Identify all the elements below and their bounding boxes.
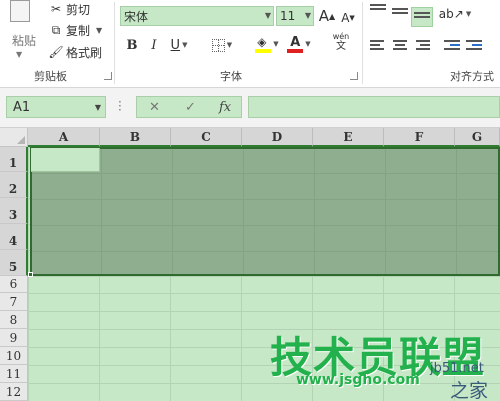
format-painter-button[interactable]: 🖌 格式刷 [48, 43, 102, 61]
watermark-url: www.jsgho.com [296, 372, 420, 388]
font-group-label: 字体 [220, 70, 242, 83]
row-header-8[interactable]: 8 [0, 311, 28, 329]
column-header-d[interactable]: D [242, 128, 313, 147]
fill-color-swatch [255, 49, 272, 53]
group-divider [114, 2, 115, 84]
row-header-9[interactable]: 9 [0, 329, 28, 347]
active-cell-a1[interactable] [31, 148, 100, 172]
name-box[interactable]: A1 ▼ [6, 96, 106, 118]
formula-input[interactable] [248, 96, 500, 118]
clipboard-launcher-icon[interactable] [104, 72, 112, 80]
watermark-corner-top: jb51.net [430, 361, 484, 376]
row-header-1[interactable]: 1 [0, 147, 28, 172]
row-header-11[interactable]: 11 [0, 365, 28, 383]
row-header-7[interactable]: 7 [0, 293, 28, 311]
clipboard-group-label: 剪贴板 [34, 70, 67, 83]
decrease-indent-icon[interactable] [444, 40, 460, 54]
paste-label: 粘贴 [12, 34, 37, 48]
insert-function-icon[interactable]: fx [219, 100, 231, 115]
column-header-c[interactable]: C [171, 128, 242, 147]
watermark-corner-bottom: 之家 [450, 380, 489, 401]
align-middle-icon[interactable] [392, 8, 408, 22]
phonetic-bottom: 文 [336, 41, 346, 52]
row-header-6[interactable]: 6 [0, 276, 28, 293]
shrink-font-button[interactable]: A ▼ [340, 8, 356, 28]
chevron-down-icon[interactable]: ▼ [273, 40, 278, 48]
chevron-down-icon[interactable]: ▼ [96, 26, 102, 35]
copy-icon: ⧉ [51, 22, 61, 37]
phonetic-guide-button[interactable]: wén 文 [326, 32, 356, 52]
bold-label: B [126, 37, 138, 53]
paint-bucket-icon: ◈ [255, 35, 272, 53]
name-box-value: A1 [13, 99, 31, 115]
shrink-font-icon: A [341, 11, 350, 25]
font-name-select[interactable]: 宋体 ▼ [120, 6, 274, 26]
column-header-g[interactable]: G [455, 128, 500, 147]
paintbrush-icon: 🖌 [48, 45, 64, 59]
font-size-value: 11 [280, 9, 296, 23]
cut-label: 剪切 [66, 2, 91, 17]
border-grid-icon [211, 38, 225, 52]
select-all-corner[interactable] [0, 128, 28, 147]
font-color-swatch [287, 49, 304, 53]
column-header-a[interactable]: A [28, 128, 100, 147]
row-header-12[interactable]: 12 [0, 383, 28, 401]
row-header-2[interactable]: 2 [0, 172, 28, 198]
bold-button[interactable]: B [124, 35, 140, 55]
underline-label: U [170, 37, 181, 53]
font-color-icon: A [287, 35, 304, 53]
formula-bar: A1 ▼ · · · ✕ ✓ fx [0, 88, 500, 128]
chevron-down-icon[interactable]: ▼ [16, 50, 22, 59]
increase-indent-icon[interactable] [466, 40, 482, 54]
ribbon: 粘贴 ▼ ✂ 剪切 ⧉ 复制 ▼ 🖌 格式刷 剪贴板 宋体 ▼ 11 ▼ A ▲ … [0, 0, 500, 88]
clipboard-icon [10, 0, 30, 22]
fill-color-button[interactable]: ◈ ▼ [250, 34, 284, 54]
italic-label: I [151, 37, 157, 53]
enter-icon[interactable]: ✓ [185, 100, 196, 115]
copy-button[interactable]: ⧉ 复制 ▼ [48, 21, 102, 39]
column-header-b[interactable]: B [100, 128, 171, 147]
paste-button[interactable]: 粘贴 ▼ [2, 0, 40, 60]
underline-button[interactable]: U ▼ [168, 35, 190, 55]
formula-buttons: ✕ ✓ fx [136, 96, 242, 118]
copy-label: 复制 [66, 23, 91, 38]
font-launcher-icon[interactable] [350, 72, 358, 80]
selected-range[interactable] [30, 147, 500, 276]
font-name-value: 宋体 [124, 9, 149, 24]
grow-font-icon: A [318, 7, 330, 25]
fill-handle[interactable] [28, 272, 33, 277]
font-size-select[interactable]: 11 ▼ [276, 6, 314, 26]
grow-font-button[interactable]: A ▲ [318, 6, 336, 26]
orientation-button[interactable]: ab↗ ▼ [438, 4, 471, 24]
chevron-down-icon: ▼ [304, 11, 311, 20]
align-bottom-icon[interactable] [411, 7, 433, 27]
scissors-icon: ✂ [50, 2, 62, 16]
chevron-down-icon[interactable]: ▼ [305, 40, 310, 48]
chevron-down-icon: ▼ [264, 11, 271, 20]
row-header-4[interactable]: 4 [0, 224, 28, 250]
chevron-down-icon[interactable]: ▼ [182, 41, 187, 49]
font-color-button[interactable]: A ▼ [284, 34, 314, 54]
cancel-icon[interactable]: ✕ [149, 100, 160, 115]
italic-button[interactable]: I [146, 35, 162, 55]
row-header-3[interactable]: 3 [0, 198, 28, 224]
row-header-10[interactable]: 10 [0, 347, 28, 365]
column-header-f[interactable]: F [384, 128, 455, 147]
more-options-icon[interactable]: · · · [118, 96, 122, 116]
align-center-icon[interactable] [392, 40, 408, 54]
chevron-down-icon[interactable]: ▼ [466, 10, 471, 18]
borders-button[interactable]: ▼ [206, 35, 238, 55]
row-header-5[interactable]: 5 [0, 250, 28, 276]
align-left-icon[interactable] [370, 40, 386, 54]
cut-button[interactable]: ✂ 剪切 [48, 0, 90, 18]
format-painter-label: 格式刷 [66, 45, 103, 60]
alignment-group-label: 对齐方式 [450, 70, 494, 83]
chevron-down-icon[interactable]: ▼ [227, 41, 232, 49]
chevron-down-icon[interactable]: ▼ [95, 103, 101, 112]
group-divider [362, 2, 363, 84]
column-header-e[interactable]: E [313, 128, 384, 147]
align-top-icon[interactable] [370, 4, 386, 18]
text-orientation-icon: ab↗ [438, 7, 464, 21]
align-right-icon[interactable] [414, 40, 430, 54]
